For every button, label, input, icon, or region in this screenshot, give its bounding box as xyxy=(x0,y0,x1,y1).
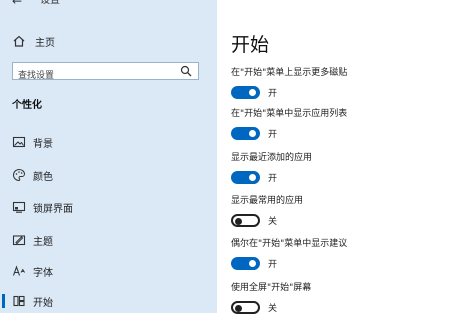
toggle-switch[interactable] xyxy=(231,214,260,227)
sidebar-item-start[interactable]: 开始 xyxy=(0,289,217,313)
title-bar: ← 设置 xyxy=(0,0,217,12)
sidebar-item-label: 背景 xyxy=(33,138,53,150)
selection-indicator xyxy=(2,294,5,308)
toggle-knob xyxy=(235,217,242,225)
sidebar-item-fonts[interactable]: 字体 xyxy=(0,259,217,283)
toggle-switch[interactable] xyxy=(231,86,260,99)
search-box[interactable] xyxy=(12,62,199,84)
font-icon xyxy=(12,265,25,276)
toggle-state-label: 开 xyxy=(268,260,278,270)
setting-more-tiles: 在"开始"菜单上显示更多磁贴 开 xyxy=(231,68,471,99)
sidebar-item-label: 主题 xyxy=(33,236,53,248)
toggle-switch[interactable] xyxy=(231,171,260,184)
setting-app-list: 在"开始"菜单中显示应用列表 开 xyxy=(231,109,471,140)
section-title: 个性化 xyxy=(12,100,42,111)
sidebar-item-lock-screen[interactable]: 锁屏界面 xyxy=(0,195,217,219)
sidebar-item-background[interactable]: 背景 xyxy=(0,130,217,154)
picture-icon xyxy=(12,136,26,148)
toggle-knob xyxy=(249,174,256,181)
toggle-knob xyxy=(249,89,256,96)
lock-screen-icon xyxy=(12,201,26,213)
setting-caption: 使用全屏"开始"屏幕 xyxy=(231,283,312,293)
home-label: 主页 xyxy=(35,37,55,49)
toggle-state-label: 开 xyxy=(268,174,278,184)
app-title: 设置 xyxy=(40,0,60,6)
home-icon xyxy=(13,35,25,47)
palette-icon xyxy=(13,168,26,182)
setting-fullscreen-start: 使用全屏"开始"屏幕 关 xyxy=(231,283,471,314)
start-icon xyxy=(13,295,25,307)
back-arrow-icon[interactable]: ← xyxy=(12,0,22,8)
setting-suggestions: 偶尔在"开始"菜单中显示建议 开 xyxy=(231,239,471,270)
setting-caption: 偶尔在"开始"菜单中显示建议 xyxy=(231,239,348,249)
toggle-state-label: 开 xyxy=(268,130,278,140)
toggle-switch[interactable] xyxy=(231,127,260,140)
sidebar-item-colors[interactable]: 颜色 xyxy=(0,163,217,187)
home-nav-item[interactable]: 主页 xyxy=(12,32,212,50)
theme-icon xyxy=(12,235,26,246)
toggle-knob xyxy=(249,260,256,267)
toggle-switch[interactable] xyxy=(231,257,260,270)
sidebar-item-label: 锁屏界面 xyxy=(33,203,73,215)
setting-caption: 在"开始"菜单中显示应用列表 xyxy=(231,109,348,119)
setting-caption: 在"开始"菜单上显示更多磁贴 xyxy=(231,68,348,78)
toggle-state-label: 开 xyxy=(268,89,278,99)
toggle-state-label: 关 xyxy=(268,217,278,227)
toggle-switch[interactable] xyxy=(231,301,260,314)
sidebar-item-label: 开始 xyxy=(33,297,53,309)
content-pane: 开始 在"开始"菜单上显示更多磁贴 开 在"开始"菜单中显示应用列表 开 显示最… xyxy=(217,0,475,314)
sidebar-item-label: 颜色 xyxy=(33,171,53,183)
toggle-knob xyxy=(235,304,242,312)
setting-most-used: 显示最常用的应用 关 xyxy=(231,196,471,227)
sidebar-item-themes[interactable]: 主题 xyxy=(0,228,217,252)
setting-recently-added: 显示最近添加的应用 开 xyxy=(231,153,471,184)
search-icon[interactable] xyxy=(180,65,192,77)
page-title: 开始 xyxy=(231,34,270,56)
sidebar-item-label: 字体 xyxy=(33,267,53,279)
setting-caption: 显示最近添加的应用 xyxy=(231,153,313,163)
toggle-knob xyxy=(249,130,256,137)
sidebar: ← 设置 主页 个性化 背景 颜色 xyxy=(0,0,217,313)
setting-caption: 显示最常用的应用 xyxy=(231,196,304,206)
search-input[interactable] xyxy=(13,68,168,84)
toggle-state-label: 关 xyxy=(268,304,278,314)
